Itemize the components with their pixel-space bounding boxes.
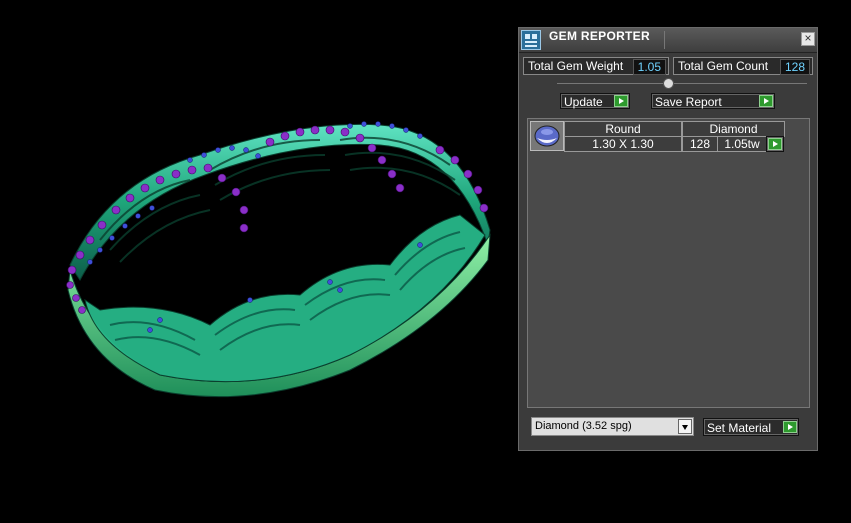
- total-gem-weight-label: Total Gem Weight: [528, 59, 624, 73]
- set-material-button[interactable]: Set Material: [703, 418, 799, 436]
- bangle-model: [66, 121, 491, 398]
- total-gem-count-field: Total Gem Count 128: [673, 57, 813, 75]
- play-arrow-icon: [759, 95, 773, 107]
- 3d-viewport[interactable]: [0, 0, 515, 518]
- play-arrow-icon: [614, 95, 628, 107]
- panel-slider-track: [557, 83, 807, 84]
- material-select[interactable]: Diamond (3.52 spg): [531, 417, 694, 436]
- gem-reporter-icon: [521, 30, 541, 50]
- total-gem-count-value: 128: [779, 59, 810, 75]
- play-arrow-icon: [783, 421, 797, 433]
- total-gem-weight-field: Total Gem Weight 1.05: [523, 57, 669, 75]
- round-gem-icon[interactable]: [530, 121, 564, 151]
- save-report-button[interactable]: Save Report: [651, 93, 775, 109]
- gem-row-action-button[interactable]: [766, 136, 784, 152]
- gem-reporter-panel: GEM REPORTER × Total Gem Weight 1.05 Tot…: [518, 27, 818, 451]
- update-button-label: Update: [564, 95, 603, 109]
- total-gem-weight-value: 1.05: [632, 59, 666, 75]
- material-select-value: Diamond (3.52 spg): [535, 420, 632, 432]
- panel-title: GEM REPORTER: [549, 29, 650, 43]
- gem-list: Round Diamond 1.30 X 1.30 128 1.05tw: [527, 118, 810, 408]
- gem-shape-cell: Round: [564, 121, 682, 137]
- gem-weight-cell: 1.05tw: [717, 136, 767, 152]
- title-divider: [664, 31, 665, 49]
- gem-size-cell: 1.30 X 1.30: [564, 136, 682, 152]
- play-arrow-icon: [768, 138, 782, 150]
- gem-material-cell: Diamond: [682, 121, 785, 137]
- panel-slider-handle[interactable]: [663, 78, 674, 89]
- chevron-down-icon[interactable]: [678, 419, 692, 434]
- update-button[interactable]: Update: [560, 93, 630, 109]
- title-bar[interactable]: GEM REPORTER ×: [519, 28, 817, 53]
- set-material-button-label: Set Material: [707, 421, 772, 435]
- close-icon[interactable]: ×: [801, 32, 815, 46]
- total-gem-count-label: Total Gem Count: [678, 59, 769, 73]
- gem-count-cell: 128: [682, 136, 718, 152]
- save-report-button-label: Save Report: [655, 95, 722, 109]
